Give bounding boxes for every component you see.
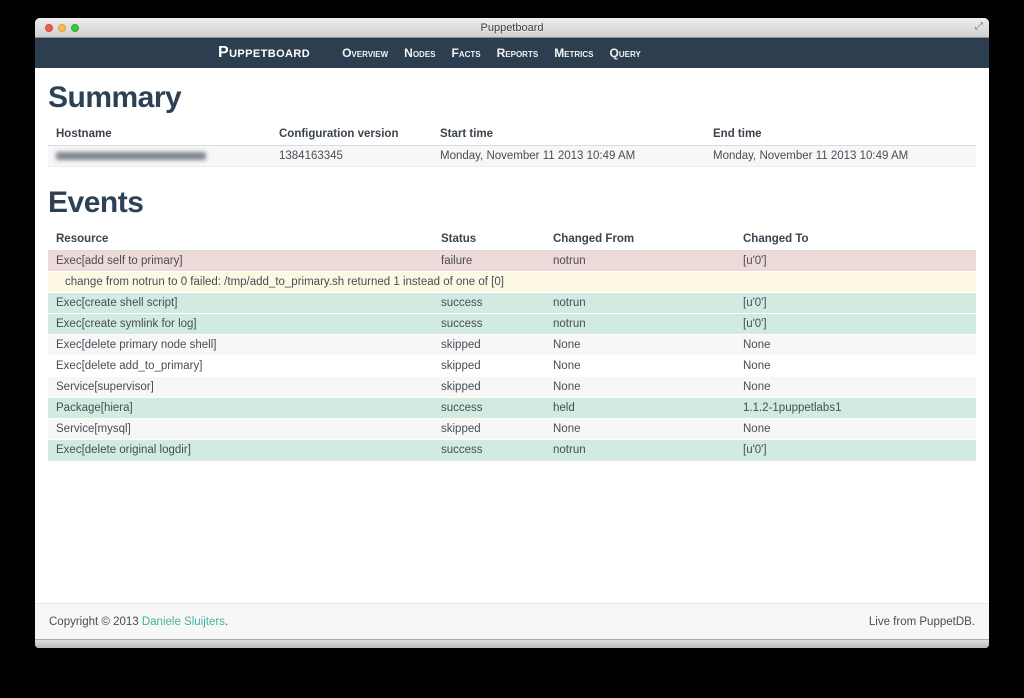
hostname-redacted <box>56 152 206 160</box>
event-changed-to-cell: [u'0'] <box>735 314 976 335</box>
summary-col-configver: Configuration version <box>271 122 432 146</box>
event-message-row: change from notrun to 0 failed: /tmp/add… <box>48 272 976 293</box>
nav-item-overview[interactable]: Overview <box>342 46 388 60</box>
event-message-cell: change from notrun to 0 failed: /tmp/add… <box>48 272 976 293</box>
event-row: Service[supervisor] skipped None None <box>48 377 976 398</box>
event-resource-cell: Exec[create symlink for log] <box>48 314 433 335</box>
event-status-cell: skipped <box>433 377 545 398</box>
event-status-cell: success <box>433 293 545 314</box>
event-status-cell: success <box>433 398 545 419</box>
main-content: Summary Hostname Configuration version S… <box>35 68 989 603</box>
author-link[interactable]: Daniele Sluijters <box>142 616 225 628</box>
event-resource-cell: Exec[delete primary node shell] <box>48 335 433 356</box>
event-row: Exec[delete original logdir] success not… <box>48 440 976 461</box>
window-bottom-edge[interactable] <box>35 639 989 648</box>
event-changed-from-cell: None <box>545 356 735 377</box>
event-resource-cell: Exec[delete add_to_primary] <box>48 356 433 377</box>
copyright-text: Copyright © 2013 Daniele Sluijters. <box>49 616 228 628</box>
window-titlebar[interactable]: Puppetboard ⤢ <box>35 18 989 38</box>
summary-col-endtime: End time <box>705 122 976 146</box>
navbar-brand[interactable]: Puppetboard <box>218 44 310 62</box>
events-table-body: Exec[add self to primary] failure notrun… <box>48 251 976 461</box>
event-row: Exec[delete add_to_primary] skipped None… <box>48 356 976 377</box>
event-changed-to-cell: None <box>735 335 976 356</box>
event-resource-cell: Service[mysql] <box>48 419 433 440</box>
event-row: Exec[create symlink for log] success not… <box>48 314 976 335</box>
event-changed-from-cell: notrun <box>545 440 735 461</box>
events-col-changed-to: Changed To <box>735 227 976 251</box>
nav-item-metrics[interactable]: Metrics <box>554 46 593 60</box>
event-status-cell: skipped <box>433 419 545 440</box>
copyright-suffix: . <box>225 616 228 628</box>
event-row: Exec[create shell script] success notrun… <box>48 293 976 314</box>
summary-header-row: Hostname Configuration version Start tim… <box>48 122 976 146</box>
event-row: Service[mysql] skipped None None <box>48 419 976 440</box>
event-row: Package[hiera] success held 1.1.2-1puppe… <box>48 398 976 419</box>
nav-item-nodes[interactable]: Nodes <box>404 46 435 60</box>
event-status-cell: success <box>433 314 545 335</box>
event-row: Exec[add self to primary] failure notrun… <box>48 251 976 272</box>
events-col-resource: Resource <box>48 227 433 251</box>
event-changed-from-cell: notrun <box>545 314 735 335</box>
events-col-changed-from: Changed From <box>545 227 735 251</box>
event-changed-to-cell: [u'0'] <box>735 440 976 461</box>
footer: Copyright © 2013 Daniele Sluijters. Live… <box>35 603 989 639</box>
event-resource-cell: Package[hiera] <box>48 398 433 419</box>
nav-item-query[interactable]: Query <box>610 46 641 60</box>
event-changed-to-cell: None <box>735 356 976 377</box>
event-status-cell: skipped <box>433 335 545 356</box>
nav-item-facts[interactable]: Facts <box>452 46 481 60</box>
event-changed-from-cell: None <box>545 335 735 356</box>
events-header-row: Resource Status Changed From Changed To <box>48 227 976 251</box>
event-changed-to-cell: None <box>735 419 976 440</box>
event-changed-to-cell: None <box>735 377 976 398</box>
event-changed-from-cell: None <box>545 419 735 440</box>
summary-configver-cell: 1384163345 <box>271 146 432 167</box>
copyright-prefix: Copyright © 2013 <box>49 616 142 628</box>
event-changed-to-cell: [u'0'] <box>735 251 976 272</box>
summary-heading: Summary <box>48 81 976 115</box>
event-status-cell: skipped <box>433 356 545 377</box>
app-window: Puppetboard ⤢ Puppetboard Overview Nodes… <box>35 18 989 648</box>
event-status-cell: success <box>433 440 545 461</box>
event-changed-from-cell: notrun <box>545 251 735 272</box>
events-heading: Events <box>48 186 976 220</box>
summary-table: Hostname Configuration version Start tim… <box>48 122 976 167</box>
summary-starttime-cell: Monday, November 11 2013 10:49 AM <box>432 146 705 167</box>
navbar: Puppetboard Overview Nodes Facts Reports… <box>35 38 989 68</box>
events-table: Resource Status Changed From Changed To … <box>48 227 976 461</box>
summary-hostname-cell <box>48 146 271 167</box>
event-resource-cell: Exec[create shell script] <box>48 293 433 314</box>
puppetdb-status-text: Live from PuppetDB. <box>869 616 975 628</box>
event-resource-cell: Exec[add self to primary] <box>48 251 433 272</box>
event-changed-to-cell: [u'0'] <box>735 293 976 314</box>
nav-item-reports[interactable]: Reports <box>497 46 539 60</box>
summary-col-starttime: Start time <box>432 122 705 146</box>
event-changed-from-cell: None <box>545 377 735 398</box>
summary-row: 1384163345 Monday, November 11 2013 10:4… <box>48 146 976 167</box>
event-changed-from-cell: notrun <box>545 293 735 314</box>
summary-endtime-cell: Monday, November 11 2013 10:49 AM <box>705 146 976 167</box>
event-row: Exec[delete primary node shell] skipped … <box>48 335 976 356</box>
event-status-cell: failure <box>433 251 545 272</box>
window-title: Puppetboard <box>35 22 989 34</box>
events-col-status: Status <box>433 227 545 251</box>
event-resource-cell: Service[supervisor] <box>48 377 433 398</box>
event-resource-cell: Exec[delete original logdir] <box>48 440 433 461</box>
event-changed-from-cell: held <box>545 398 735 419</box>
fullscreen-icon[interactable]: ⤢ <box>975 21 983 32</box>
event-changed-to-cell: 1.1.2-1puppetlabs1 <box>735 398 976 419</box>
summary-col-hostname: Hostname <box>48 122 271 146</box>
